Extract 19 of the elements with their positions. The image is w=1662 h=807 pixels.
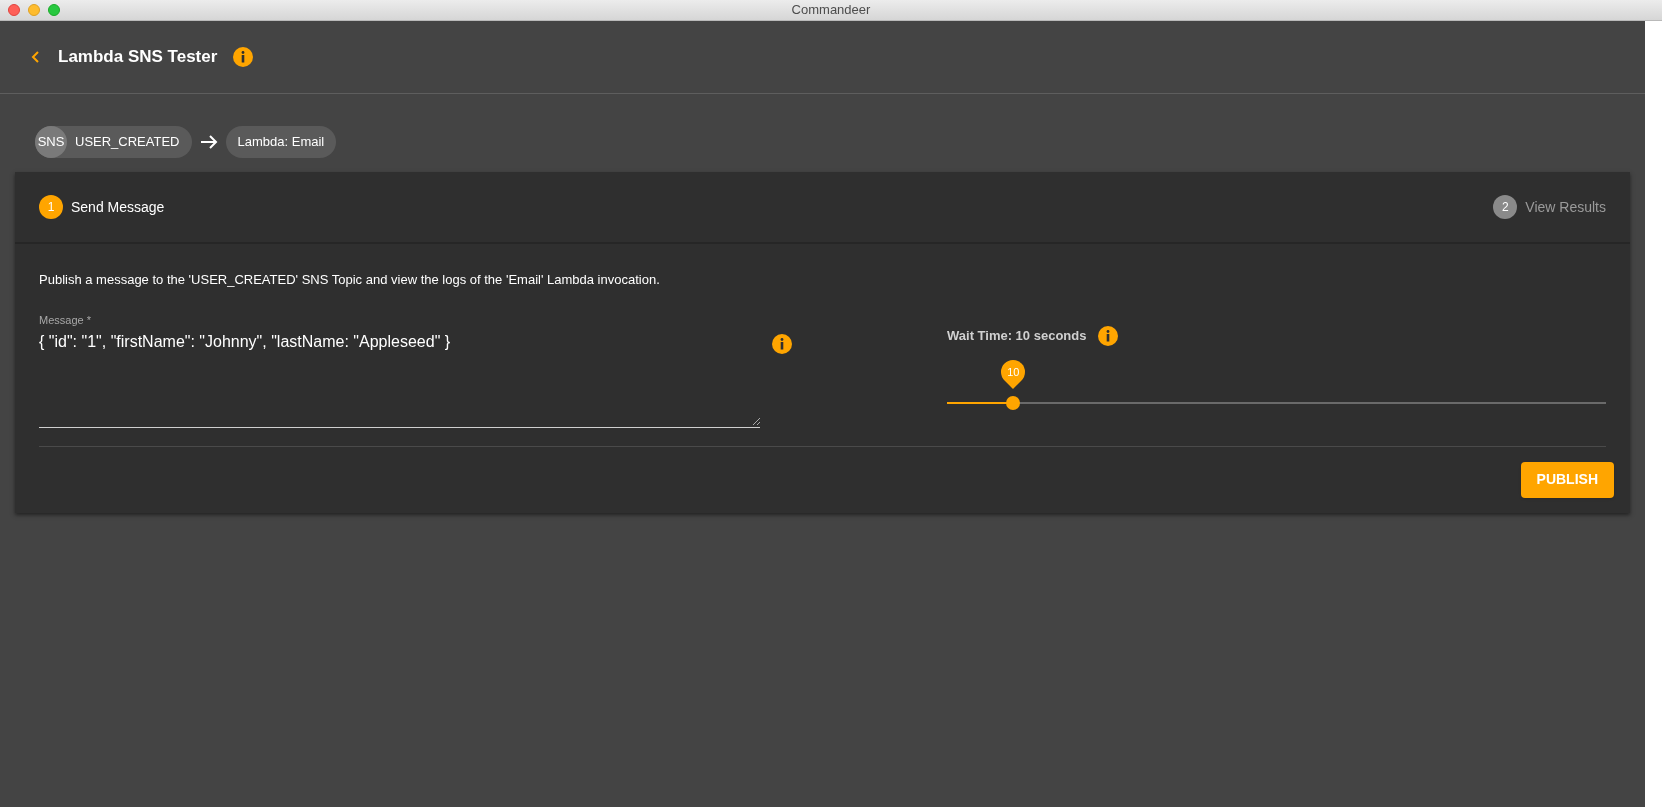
step-number: 2 — [1493, 195, 1518, 219]
step-number: 1 — [39, 195, 63, 219]
wait-time-label: Wait Time: 10 seconds — [947, 326, 1087, 345]
message-field[interactable]: Message * { "id": "1", "firstName": "Johnny", "lastName: "Appleseed" } — [39, 311, 760, 428]
lambda-chip[interactable]: Lambda: Email — [225, 126, 337, 158]
back-chevron-icon[interactable] — [30, 50, 42, 64]
step-tab[interactable]: 2 View Results — [1493, 195, 1606, 219]
page-title: Lambda SNS Tester — [58, 46, 218, 69]
slider-thumb[interactable] — [1005, 395, 1020, 410]
info-icon[interactable] — [772, 333, 792, 354]
sns-topic-chip[interactable]: SNS USER_CREATED — [35, 126, 192, 158]
resize-handle-icon[interactable] — [752, 416, 760, 425]
info-icon[interactable] — [1098, 325, 1119, 346]
window-title: Commandeer — [791, 1, 871, 20]
step-tab[interactable]: 1 Send Message — [39, 195, 165, 219]
description-text: Publish a message to the 'USER_CREATED' SNS Topic and view the logs of the 'Email' Lambda invocation. — [39, 271, 661, 289]
arrow-right-icon — [199, 134, 218, 150]
close-window-button[interactable] — [8, 4, 20, 16]
info-icon[interactable] — [233, 47, 254, 67]
